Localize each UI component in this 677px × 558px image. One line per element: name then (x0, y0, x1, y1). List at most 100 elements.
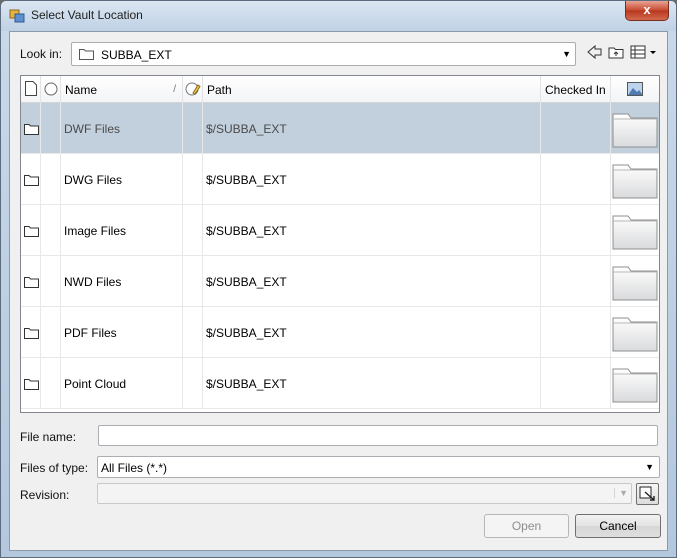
sort-indicator-icon: / (173, 84, 176, 95)
row-thumbnail-cell (611, 205, 659, 256)
row-status-cell (41, 358, 61, 409)
browse-revision-icon (639, 486, 656, 505)
row-edit-cell (183, 256, 203, 307)
header-thumbnail-column[interactable] (611, 76, 659, 103)
header-edit-column[interactable] (183, 76, 203, 103)
folder-thumbnail-icon (612, 365, 658, 406)
row-edit-cell (183, 307, 203, 358)
row-thumbnail-cell (611, 358, 659, 409)
folder-thumbnail-icon (612, 314, 658, 355)
table-row[interactable]: DWF Files $/SUBBA_EXT (21, 103, 659, 154)
row-checkedin-cell (541, 154, 611, 205)
close-button[interactable]: x (625, 1, 669, 21)
folder-icon (24, 123, 39, 138)
folder-thumbnail-icon (612, 263, 658, 304)
folder-icon (24, 276, 39, 291)
row-thumbnail-cell (611, 307, 659, 358)
folder-icon (24, 225, 39, 240)
up-folder-icon[interactable] (608, 44, 626, 64)
lookin-label: Look in: (20, 47, 63, 61)
close-icon: x (643, 2, 651, 17)
revision-combo[interactable]: ▼ (97, 483, 632, 504)
row-path: $/SUBBA_EXT (206, 173, 287, 187)
row-name-cell: Point Cloud (61, 358, 183, 409)
row-edit-cell (183, 205, 203, 256)
header-name-label: Name (65, 83, 98, 97)
folder-icon (24, 174, 39, 189)
row-name: Point Cloud (64, 377, 127, 391)
folder-icon (24, 327, 39, 342)
header-checkedin-label: Checked In (545, 83, 606, 97)
dropdown-arrow-icon[interactable]: ▼ (562, 49, 571, 59)
row-path-cell: $/SUBBA_EXT (203, 205, 541, 256)
row-path-cell: $/SUBBA_EXT (203, 256, 541, 307)
view-menu-icon[interactable] (630, 44, 660, 64)
header-status-column[interactable] (41, 76, 61, 103)
list-header: Name / Path Checked In (21, 76, 659, 103)
title-bar[interactable]: Select Vault Location x (1, 1, 676, 31)
revision-label: Revision: (20, 488, 70, 502)
row-type-cell (21, 307, 41, 358)
row-edit-cell (183, 103, 203, 154)
row-checkedin-cell (541, 358, 611, 409)
open-button[interactable]: Open (484, 514, 569, 538)
row-edit-cell (183, 154, 203, 205)
dialog-window: Select Vault Location x Look in: SUBBA_E… (0, 0, 677, 558)
lookin-combo[interactable]: SUBBA_EXT ▼ (71, 42, 576, 66)
row-name: PDF Files (64, 326, 117, 340)
back-arrow-icon[interactable] (586, 44, 604, 64)
row-status-cell (41, 154, 61, 205)
row-checkedin-cell (541, 256, 611, 307)
row-path: $/SUBBA_EXT (206, 377, 287, 391)
row-type-cell (21, 103, 41, 154)
row-checkedin-cell (541, 103, 611, 154)
window-title: Select Vault Location (31, 8, 143, 22)
row-thumbnail-cell (611, 154, 659, 205)
header-checkedin-column[interactable]: Checked In (541, 76, 611, 103)
row-thumbnail-cell (611, 256, 659, 307)
document-icon (25, 81, 37, 99)
table-row[interactable]: DWG Files $/SUBBA_EXT (21, 154, 659, 205)
row-path: $/SUBBA_EXT (206, 275, 287, 289)
row-name-cell: NWD Files (61, 256, 183, 307)
dropdown-arrow-icon[interactable]: ▼ (614, 488, 628, 498)
folder-icon (79, 48, 94, 63)
header-path-column[interactable]: Path (203, 76, 541, 103)
folder-thumbnail-icon (612, 110, 658, 151)
table-row[interactable]: Point Cloud $/SUBBA_EXT (21, 358, 659, 409)
table-row[interactable]: PDF Files $/SUBBA_EXT (21, 307, 659, 358)
filename-input[interactable] (98, 425, 658, 446)
pencil-icon (185, 81, 201, 100)
status-circle-icon (44, 82, 58, 99)
row-name-cell: DWF Files (61, 103, 183, 154)
row-status-cell (41, 103, 61, 154)
header-name-column[interactable]: Name / (61, 76, 183, 103)
row-name-cell: PDF Files (61, 307, 183, 358)
row-path: $/SUBBA_EXT (206, 122, 287, 136)
table-row[interactable]: Image Files $/SUBBA_EXT (21, 205, 659, 256)
row-checkedin-cell (541, 205, 611, 256)
table-row[interactable]: NWD Files $/SUBBA_EXT (21, 256, 659, 307)
row-thumbnail-cell (611, 103, 659, 154)
row-name: DWF Files (64, 122, 120, 136)
header-type-column[interactable] (21, 76, 41, 103)
row-status-cell (41, 256, 61, 307)
row-path: $/SUBBA_EXT (206, 224, 287, 238)
revision-browse-button[interactable] (636, 483, 659, 505)
row-type-cell (21, 358, 41, 409)
row-path: $/SUBBA_EXT (206, 326, 287, 340)
dropdown-arrow-icon[interactable]: ▼ (645, 462, 654, 472)
cancel-button[interactable]: Cancel (575, 514, 661, 538)
row-type-cell (21, 256, 41, 307)
lookin-value: SUBBA_EXT (101, 48, 172, 62)
row-status-cell (41, 205, 61, 256)
row-path-cell: $/SUBBA_EXT (203, 154, 541, 205)
dialog-client: Look in: SUBBA_EXT ▼ Name / Path Checked… (9, 31, 668, 551)
row-name-cell: Image Files (61, 205, 183, 256)
filetype-combo[interactable]: All Files (*.*) ▼ (97, 456, 660, 478)
row-name: Image Files (64, 224, 127, 238)
file-list[interactable]: Name / Path Checked In DWF Files $/SUBBA… (20, 75, 660, 413)
row-edit-cell (183, 358, 203, 409)
row-path-cell: $/SUBBA_EXT (203, 307, 541, 358)
filetype-label: Files of type: (20, 461, 89, 475)
